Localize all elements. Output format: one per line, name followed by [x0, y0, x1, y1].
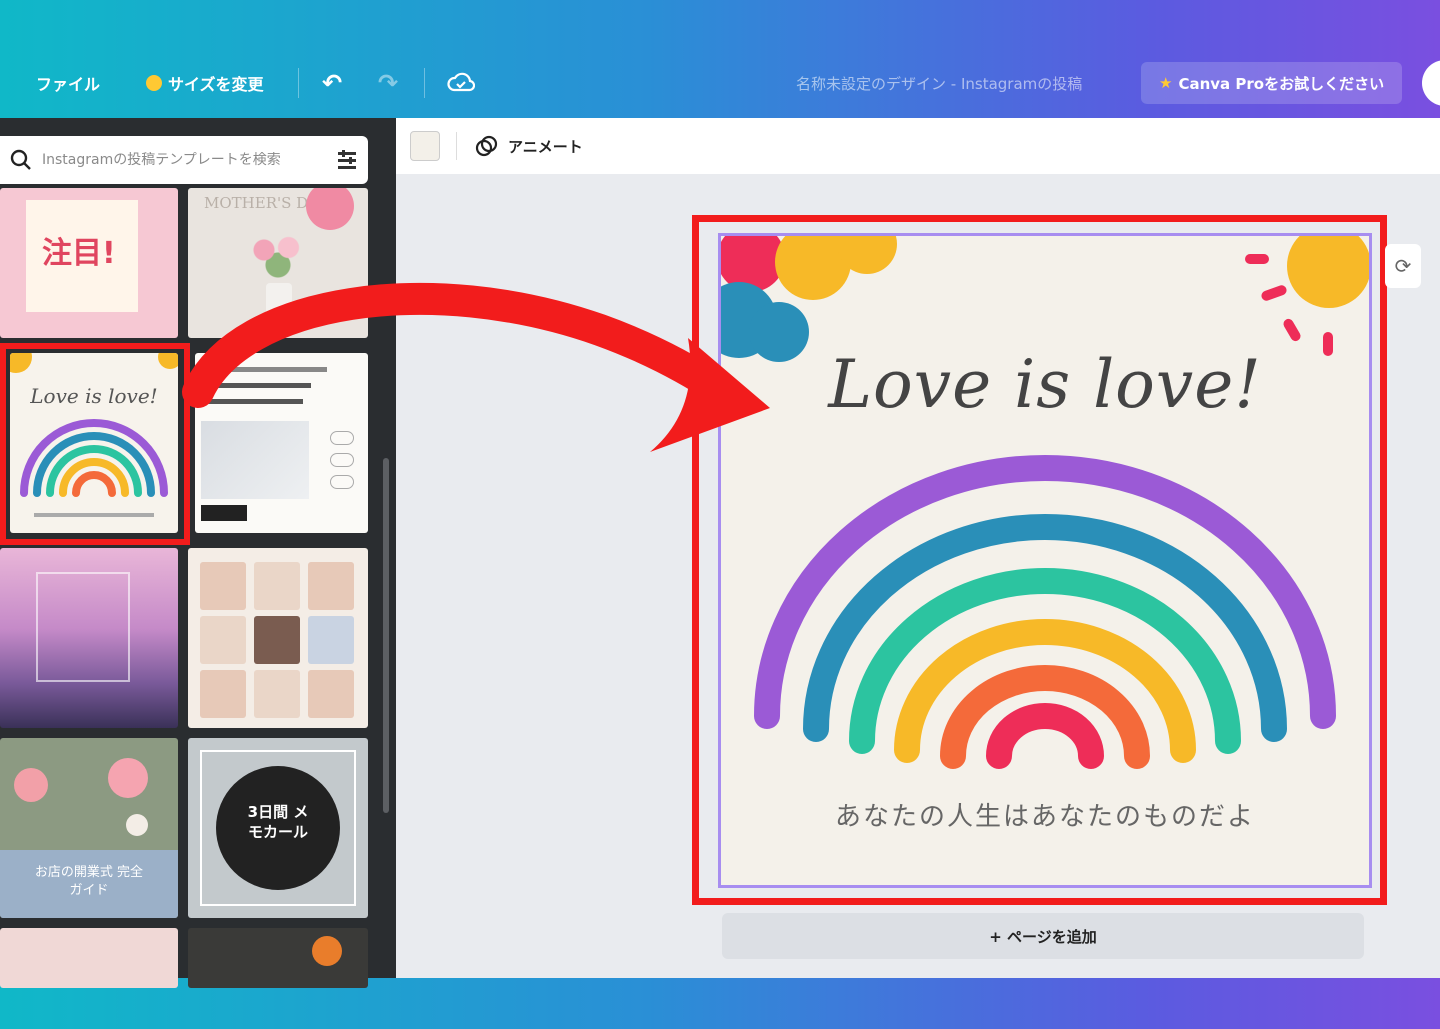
toolbar-divider [456, 132, 457, 160]
file-menu[interactable]: ファイル [36, 71, 100, 95]
template-photo [308, 616, 354, 664]
filter-icon[interactable] [336, 150, 358, 170]
template-chip [330, 475, 354, 489]
animate-button[interactable]: アニメート [474, 134, 583, 158]
animate-icon [475, 135, 498, 157]
template-label: お店の開業式 完全ガイド [0, 850, 178, 918]
search-icon [10, 149, 31, 170]
resize-label: サイズを変更 [168, 75, 264, 94]
template-text-line [207, 367, 327, 372]
template-thumbnail[interactable] [0, 928, 178, 988]
search-input[interactable] [42, 152, 326, 168]
orange-image [312, 936, 342, 966]
file-menu-label: ファイル [36, 75, 101, 94]
selected-template-highlight [0, 343, 190, 545]
undo-icon[interactable]: ↶ [322, 69, 342, 97]
animate-label: アニメート [508, 137, 583, 156]
template-thumbnail[interactable]: MOTHER'S DAY [188, 188, 368, 338]
rotate-icon[interactable]: ⟳ [1385, 244, 1421, 288]
resize-button[interactable]: サイズを変更 [146, 71, 264, 95]
template-photo [308, 562, 354, 610]
avatar[interactable] [1422, 60, 1440, 106]
toolbar-divider [424, 68, 425, 98]
template-thumbnail[interactable] [188, 548, 368, 728]
template-text-line [207, 399, 303, 404]
template-frame [36, 572, 130, 682]
template-photo [254, 562, 300, 610]
template-thumbnail[interactable] [0, 548, 178, 728]
template-heading: 3日間 メモカール [247, 803, 309, 842]
template-thumbnail[interactable] [188, 928, 368, 988]
template-thumbnail[interactable]: 注目! [0, 188, 178, 338]
editor-topbar: ファイル サイズを変更 ↶ ↷ 名称未設定のデザイン - Instagramの投… [0, 48, 1440, 118]
template-photo [200, 616, 246, 664]
template-thumbnail[interactable]: お店の開業式 完全ガイド [0, 738, 178, 918]
design-title-text[interactable]: 名称未設定のデザイン - Instagramの投稿 [796, 73, 1082, 94]
template-thumbnail[interactable] [195, 353, 368, 533]
template-text-line [207, 383, 311, 388]
template-photo [201, 421, 309, 499]
template-photo [254, 670, 300, 718]
add-page-button[interactable]: + ページを追加 [722, 913, 1364, 959]
design-highlight [692, 215, 1387, 905]
template-block [201, 505, 247, 521]
star-icon: ★ [1159, 74, 1173, 92]
toolbar-divider [298, 68, 299, 98]
panel-scrollbar[interactable] [383, 458, 389, 813]
template-heading: お店の開業式 完全ガイド [34, 865, 144, 898]
template-search [0, 136, 368, 184]
template-circle: 3日間 メモカール [216, 766, 340, 890]
flower-image [14, 768, 48, 802]
template-heading: 注目! [42, 236, 116, 271]
background-color-swatch[interactable] [410, 131, 440, 161]
canva-pro-trial-button[interactable]: ★ Canva Proをお試しください [1141, 62, 1403, 104]
crown-icon [146, 75, 162, 91]
template-photo [200, 670, 246, 718]
template-thumbnail[interactable]: 3日間 メモカール [188, 738, 368, 918]
vase-image [266, 283, 292, 323]
template-badge [306, 188, 354, 230]
template-photo [254, 616, 300, 664]
pro-label: Canva Proをお試しください [1178, 74, 1385, 93]
canvas-toolbar: アニメート [396, 118, 1440, 174]
template-chip [330, 431, 354, 445]
redo-icon[interactable]: ↷ [378, 69, 398, 97]
flower-image [108, 758, 148, 798]
flower-image [126, 814, 148, 836]
flowers-image [243, 230, 313, 280]
template-chip [330, 453, 354, 467]
template-photo [200, 562, 246, 610]
cloud-save-icon[interactable] [447, 72, 475, 94]
template-photo [308, 670, 354, 718]
